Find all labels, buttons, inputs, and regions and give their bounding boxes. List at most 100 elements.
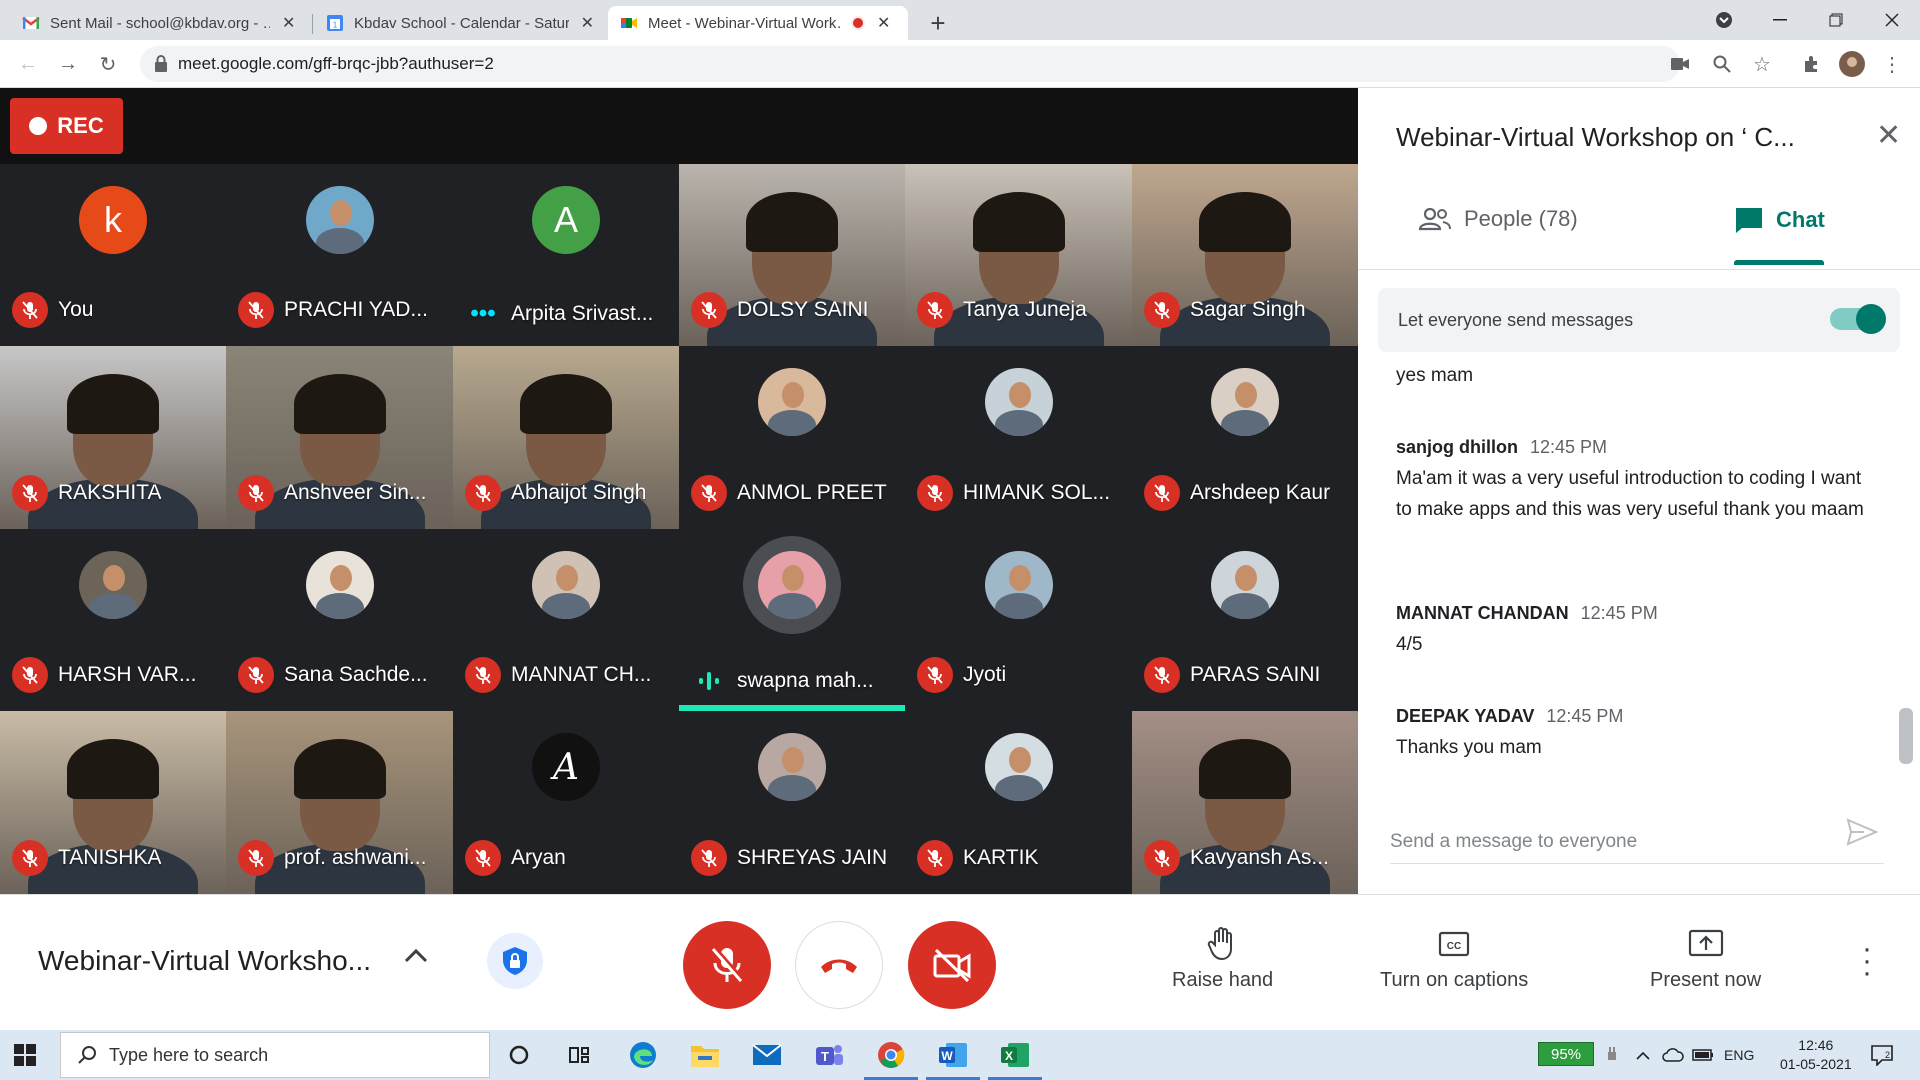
teams-icon[interactable]: T bbox=[812, 1038, 846, 1072]
raise-hand-label: Raise hand bbox=[1172, 969, 1274, 991]
participant-tile[interactable]: prof. ashwani... bbox=[226, 711, 453, 894]
notifications-icon[interactable]: 2 bbox=[1870, 1030, 1894, 1080]
url-bar[interactable]: meet.google.com/gff-brqc-jbb?authuser=2 bbox=[140, 46, 1680, 82]
extensions-icon[interactable] bbox=[1794, 40, 1830, 88]
participant-tile[interactable]: KARTIK bbox=[905, 711, 1132, 894]
participant-name-tag: Sana Sachde... bbox=[238, 657, 428, 693]
participant-tile[interactable]: Arshdeep Kaur bbox=[1132, 346, 1358, 529]
participant-name: Arpita Srivast... bbox=[511, 302, 654, 325]
participant-name: TANISHKA bbox=[58, 846, 162, 869]
restore-icon[interactable] bbox=[1808, 0, 1864, 40]
participant-tile[interactable]: Kavyansh As... bbox=[1132, 711, 1358, 894]
recording-badge[interactable]: REC bbox=[10, 98, 123, 154]
tab-people[interactable]: People (78) bbox=[1418, 206, 1578, 232]
task-view-icon[interactable] bbox=[562, 1038, 596, 1072]
more-options-icon[interactable]: · · · bbox=[1862, 934, 1872, 988]
send-icon[interactable] bbox=[1846, 818, 1879, 851]
tab-chat[interactable]: Chat bbox=[1734, 206, 1825, 234]
tab-close-icon[interactable]: ✕ bbox=[581, 13, 594, 33]
window-close-icon[interactable] bbox=[1864, 0, 1920, 40]
let-everyone-send-toggle[interactable] bbox=[1830, 304, 1886, 334]
participant-photo-avatar bbox=[984, 733, 1053, 801]
participant-tile[interactable]: SHREYAS JAIN bbox=[679, 711, 905, 894]
menu-kebab-icon[interactable]: ⋮ bbox=[1874, 40, 1910, 88]
chrome-icon[interactable] bbox=[874, 1038, 908, 1072]
tab-gmail[interactable]: Sent Mail - school@kbdav.org - … ✕ bbox=[10, 6, 310, 40]
mic-off-icon bbox=[1144, 657, 1180, 693]
avatar-photo-head bbox=[103, 565, 125, 591]
tray-chevron-up-icon[interactable] bbox=[1636, 1030, 1650, 1080]
participant-tile[interactable]: HIMANK SOL... bbox=[905, 346, 1132, 529]
tab-search-icon[interactable] bbox=[1696, 0, 1752, 40]
participant-tile[interactable]: A Aryan bbox=[453, 711, 679, 894]
panel-close-icon[interactable]: ✕ bbox=[1876, 118, 1901, 153]
tab-calendar[interactable]: 1 Kbdav School - Calendar - Saturd… ✕ bbox=[314, 6, 606, 40]
avatar-photo-body bbox=[768, 775, 816, 801]
chat-scrollbar[interactable] bbox=[1899, 708, 1913, 764]
participant-tile[interactable]: HARSH VAR... bbox=[0, 529, 226, 711]
people-tab-label: People (78) bbox=[1464, 206, 1578, 231]
participant-tile[interactable]: RAKSHITA bbox=[0, 346, 226, 529]
mic-off-icon bbox=[917, 292, 953, 328]
battery-meter[interactable]: 95% bbox=[1538, 1042, 1594, 1066]
mail-icon[interactable] bbox=[750, 1038, 784, 1072]
participant-tile[interactable]: Sagar Singh bbox=[1132, 164, 1358, 346]
forward-icon[interactable]: → bbox=[50, 40, 86, 88]
word-icon[interactable]: W bbox=[936, 1038, 970, 1072]
raise-hand-button[interactable]: Raise hand bbox=[1172, 925, 1273, 992]
avatar-photo-body bbox=[542, 593, 590, 619]
taskbar-search-input[interactable]: Type here to search bbox=[60, 1032, 490, 1078]
zoom-icon[interactable] bbox=[1704, 40, 1740, 88]
participant-tile[interactable]: Tanya Juneja bbox=[905, 164, 1132, 346]
participant-name: Kavyansh As... bbox=[1190, 846, 1329, 869]
participant-tile[interactable]: MANNAT CH... bbox=[453, 529, 679, 711]
leave-call-button[interactable] bbox=[795, 921, 883, 1009]
back-icon[interactable]: ← bbox=[10, 40, 46, 88]
reload-icon[interactable]: ↻ bbox=[90, 40, 126, 88]
participant-tile[interactable]: ANMOL PREET bbox=[679, 346, 905, 529]
participant-tile[interactable]: DOLSY SAINI bbox=[679, 164, 905, 346]
participant-tile[interactable]: k You bbox=[0, 164, 226, 346]
host-controls-button[interactable] bbox=[487, 933, 543, 989]
participant-tile[interactable]: Jyoti bbox=[905, 529, 1132, 711]
language-indicator[interactable]: ENG bbox=[1724, 1030, 1754, 1080]
avatar-photo-head bbox=[782, 382, 804, 408]
participant-tile[interactable]: Sana Sachde... bbox=[226, 529, 453, 711]
message-sender: sanjog dhillon bbox=[1396, 437, 1518, 457]
message-text: yes mam bbox=[1396, 365, 1474, 386]
cloud-icon[interactable] bbox=[1662, 1030, 1684, 1080]
tab-close-icon[interactable]: ✕ bbox=[877, 13, 890, 33]
participant-tile[interactable]: PARAS SAINI bbox=[1132, 529, 1358, 711]
participant-tile[interactable]: Abhaijot Singh bbox=[453, 346, 679, 529]
camera-permission-icon[interactable] bbox=[1662, 40, 1698, 88]
new-tab-button[interactable]: + bbox=[918, 6, 958, 40]
participant-tile[interactable]: Anshveer Sin... bbox=[226, 346, 453, 529]
participant-tile[interactable]: swapna mah... bbox=[679, 529, 905, 711]
cortana-icon[interactable] bbox=[502, 1038, 536, 1072]
participant-name: HARSH VAR... bbox=[58, 663, 197, 686]
tab-meet[interactable]: Meet - Webinar-Virtual Work… ✕ bbox=[608, 6, 908, 40]
bookmark-star-icon[interactable]: ☆ bbox=[1744, 40, 1780, 88]
meeting-title[interactable]: Webinar-Virtual Worksho... bbox=[38, 945, 371, 977]
battery-icon[interactable] bbox=[1692, 1030, 1714, 1080]
chevron-up-icon[interactable] bbox=[400, 941, 432, 978]
present-now-button[interactable]: Present now bbox=[1650, 925, 1761, 992]
message-time: 12:45 PM bbox=[1530, 437, 1608, 457]
participant-tile[interactable]: A ••• Arpita Srivast... bbox=[453, 164, 679, 346]
excel-icon[interactable]: X bbox=[998, 1038, 1032, 1072]
minimize-icon[interactable] bbox=[1752, 0, 1808, 40]
camera-toggle-button[interactable] bbox=[908, 921, 996, 1009]
file-explorer-icon[interactable] bbox=[688, 1038, 722, 1072]
participant-tile[interactable]: TANISHKA bbox=[0, 711, 226, 894]
rec-label: REC bbox=[57, 113, 104, 138]
captions-button[interactable]: CC Turn on captions bbox=[1380, 925, 1528, 992]
microphone-toggle-button[interactable] bbox=[683, 921, 771, 1009]
participant-tile[interactable]: PRACHI YAD... bbox=[226, 164, 453, 346]
windows-start-icon[interactable] bbox=[14, 1044, 36, 1071]
message-input[interactable]: Send a message to everyone bbox=[1390, 820, 1884, 864]
profile-avatar[interactable] bbox=[1834, 40, 1870, 88]
tab-close-icon[interactable]: ✕ bbox=[282, 13, 295, 33]
participant-name: PRACHI YAD... bbox=[284, 298, 428, 321]
edge-icon[interactable] bbox=[626, 1038, 660, 1072]
system-clock[interactable]: 12:46 01-05-2021 bbox=[1780, 1036, 1852, 1074]
